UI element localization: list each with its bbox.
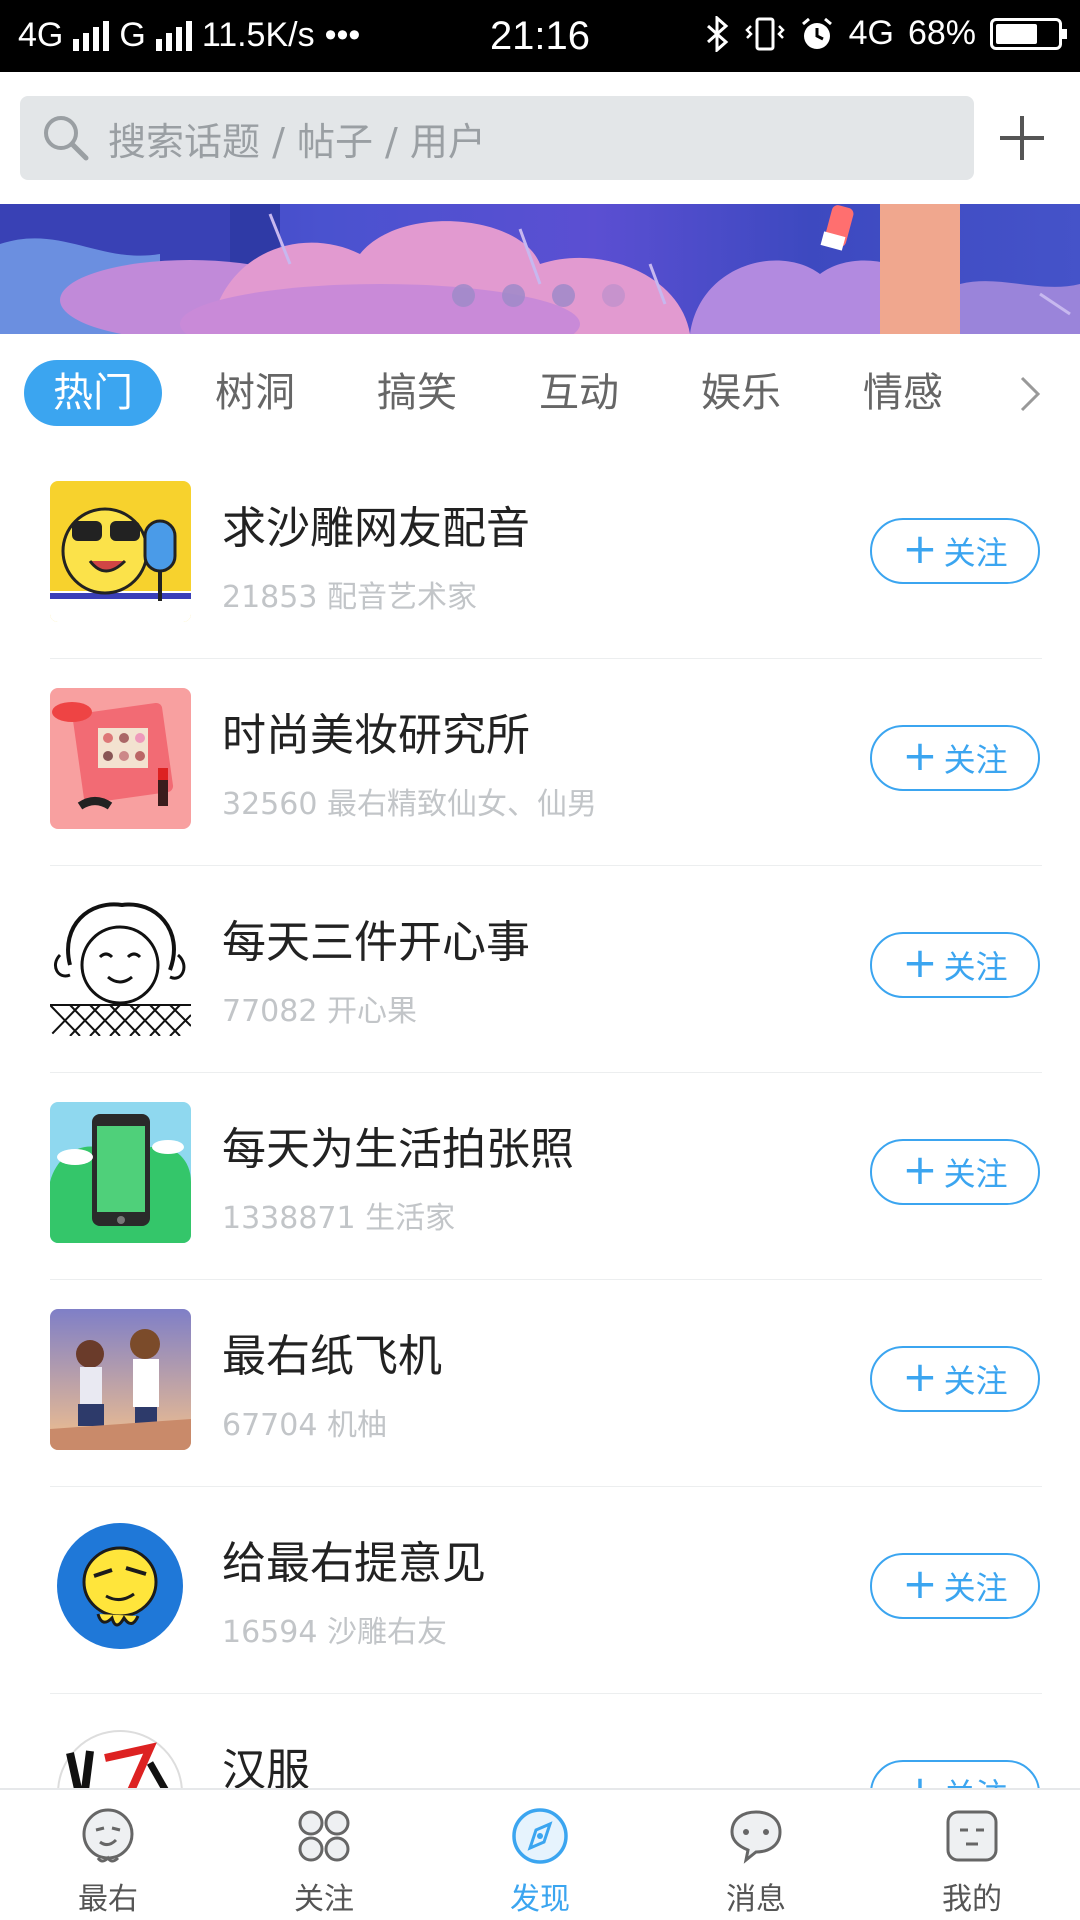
follow-button[interactable]: +关注 [870, 518, 1040, 584]
topic-title: 给最右提意见 [222, 1538, 486, 1589]
mic-mascot-icon [50, 481, 191, 622]
happy-girl-icon [50, 895, 191, 1036]
plus-icon: + [902, 1559, 938, 1608]
vibrate-icon [744, 17, 785, 50]
nav-discover[interactable]: 发现 [432, 1790, 648, 1920]
tab-entertainment[interactable]: 娱乐 [672, 360, 810, 426]
nav-label: 最右 [78, 1882, 138, 1917]
follow-button[interactable]: +关注 [870, 932, 1040, 998]
topic-title: 最右纸飞机 [222, 1331, 442, 1382]
nav-following[interactable]: 关注 [216, 1790, 432, 1920]
mascot-icon [50, 1516, 191, 1657]
topic-row[interactable]: 求沙雕网友配音 21853 配音艺术家 + 关注 [0, 452, 1080, 659]
topic-row[interactable]: 最右纸飞机 67704 机柚 + 关注 [0, 1280, 1080, 1487]
plus-icon: + [902, 731, 938, 780]
profile-icon [946, 1810, 998, 1862]
tab-treehole[interactable]: 树洞 [186, 360, 324, 426]
nav-home[interactable]: 最右 [0, 1790, 216, 1920]
plus-icon: + [902, 1770, 937, 1789]
topic-row[interactable]: 给最右提意见 16594 沙雕右友 + 关注 [0, 1487, 1080, 1694]
makeup-icon [50, 688, 191, 829]
topic-title: 每天三件开心事 [222, 917, 530, 968]
search-input[interactable]: 搜索话题 / 帖子 / 用户 [20, 96, 974, 180]
banner-illustration [0, 204, 1080, 334]
search-header: 搜索话题 / 帖子 / 用户 [0, 72, 1080, 204]
status-bar: 4G G 11.5K/s ••• 21:16 4G 68% [0, 0, 1080, 72]
carousel-dot [552, 284, 575, 307]
follow-label: 关注 [943, 1155, 1008, 1193]
topic-row[interactable]: 每天为生活拍张照 1338871 生活家 + 关注 [0, 1073, 1080, 1280]
nav-label: 消息 [726, 1882, 786, 1917]
topic-subtitle: 16594 沙雕右友 [222, 1615, 447, 1650]
add-button[interactable] [984, 100, 1060, 176]
topic-title: 求沙雕网友配音 [222, 503, 530, 554]
follow-label: 关注 [943, 1569, 1008, 1607]
hanfu-icon [50, 1723, 191, 1788]
nav-profile[interactable]: 我的 [864, 1790, 1080, 1920]
grid-icon [298, 1810, 350, 1862]
topic-row[interactable]: 每天三件开心事 77082 开心果 + 关注 [0, 866, 1080, 1073]
banner-carousel[interactable] [0, 204, 1080, 334]
tab-funny[interactable]: 搞笑 [348, 360, 486, 426]
plus-icon: + [902, 938, 938, 987]
carousel-dot [502, 284, 525, 307]
carousel-indicator [452, 284, 625, 307]
follow-button[interactable]: +关注 [870, 725, 1040, 791]
follow-button[interactable]: +关注 [870, 1139, 1040, 1205]
alarm-icon [801, 17, 832, 49]
battery-percent: 68% [907, 14, 976, 52]
chat-icon [730, 1810, 782, 1864]
plus-icon: + [902, 524, 938, 573]
follow-label: 关注 [943, 534, 1008, 572]
tab-hot[interactable]: 热门 [24, 360, 162, 426]
carousel-dot [602, 284, 625, 307]
nav-label: 我的 [942, 1882, 1002, 1917]
topic-subtitle: 67704 机柚 [222, 1408, 387, 1443]
search-icon [44, 116, 89, 161]
topic-subtitle: 1338871 生活家 [222, 1201, 456, 1236]
plus-icon: + [902, 1145, 938, 1194]
topic-row[interactable]: 汉服 + 关注 [0, 1694, 1080, 1788]
nav-messages[interactable]: 消息 [648, 1790, 864, 1920]
carousel-dot [452, 284, 475, 307]
topic-subtitle: 32560 最右精致仙女、仙男 [222, 787, 597, 822]
anime-couple-icon [50, 1309, 191, 1450]
search-placeholder: 搜索话题 / 帖子 / 用户 [108, 119, 486, 164]
nav-label: 关注 [294, 1882, 354, 1917]
follow-button[interactable]: +关注 [870, 1553, 1040, 1619]
topic-title: 时尚美妆研究所 [222, 710, 530, 761]
network-type-3: 4G [848, 14, 894, 52]
topic-row[interactable]: 时尚美妆研究所 32560 最右精致仙女、仙男 + 关注 [0, 659, 1080, 866]
topic-title: 每天为生活拍张照 [222, 1124, 574, 1175]
topic-list: 求沙雕网友配音 21853 配音艺术家 + 关注 时尚美妆研究所 32560 最右… [0, 452, 1080, 1788]
topic-subtitle: 21853 配音艺术家 [222, 580, 477, 615]
follow-button[interactable]: +关注 [870, 1346, 1040, 1412]
follow-label: 关注 [943, 948, 1008, 986]
category-tabs: 热门 树洞 搞笑 互动 娱乐 情感 [0, 334, 1080, 452]
nav-label: 发现 [510, 1882, 570, 1917]
follow-label: 关注 [943, 1362, 1008, 1400]
phone-photo-icon [50, 1102, 191, 1243]
follow-label: 关注 [944, 1770, 1008, 1788]
bluetooth-icon [706, 15, 728, 52]
tab-emotion[interactable]: 情感 [834, 360, 972, 426]
topic-title: 汉服 [222, 1745, 310, 1788]
compass-icon [512, 1808, 568, 1864]
home-mascot-icon [82, 1808, 134, 1863]
bottom-navigation: 最右 关注 发现 消息 我的 [0, 1788, 1080, 1920]
follow-button[interactable]: + 关注 [870, 1760, 1040, 1788]
tab-interactive[interactable]: 互动 [510, 360, 648, 426]
battery-icon [990, 17, 1067, 50]
chevron-right-icon[interactable] [1000, 364, 1060, 424]
topic-subtitle: 77082 开心果 [222, 994, 417, 1029]
follow-label: 关注 [943, 741, 1008, 779]
plus-icon: + [902, 1352, 938, 1401]
